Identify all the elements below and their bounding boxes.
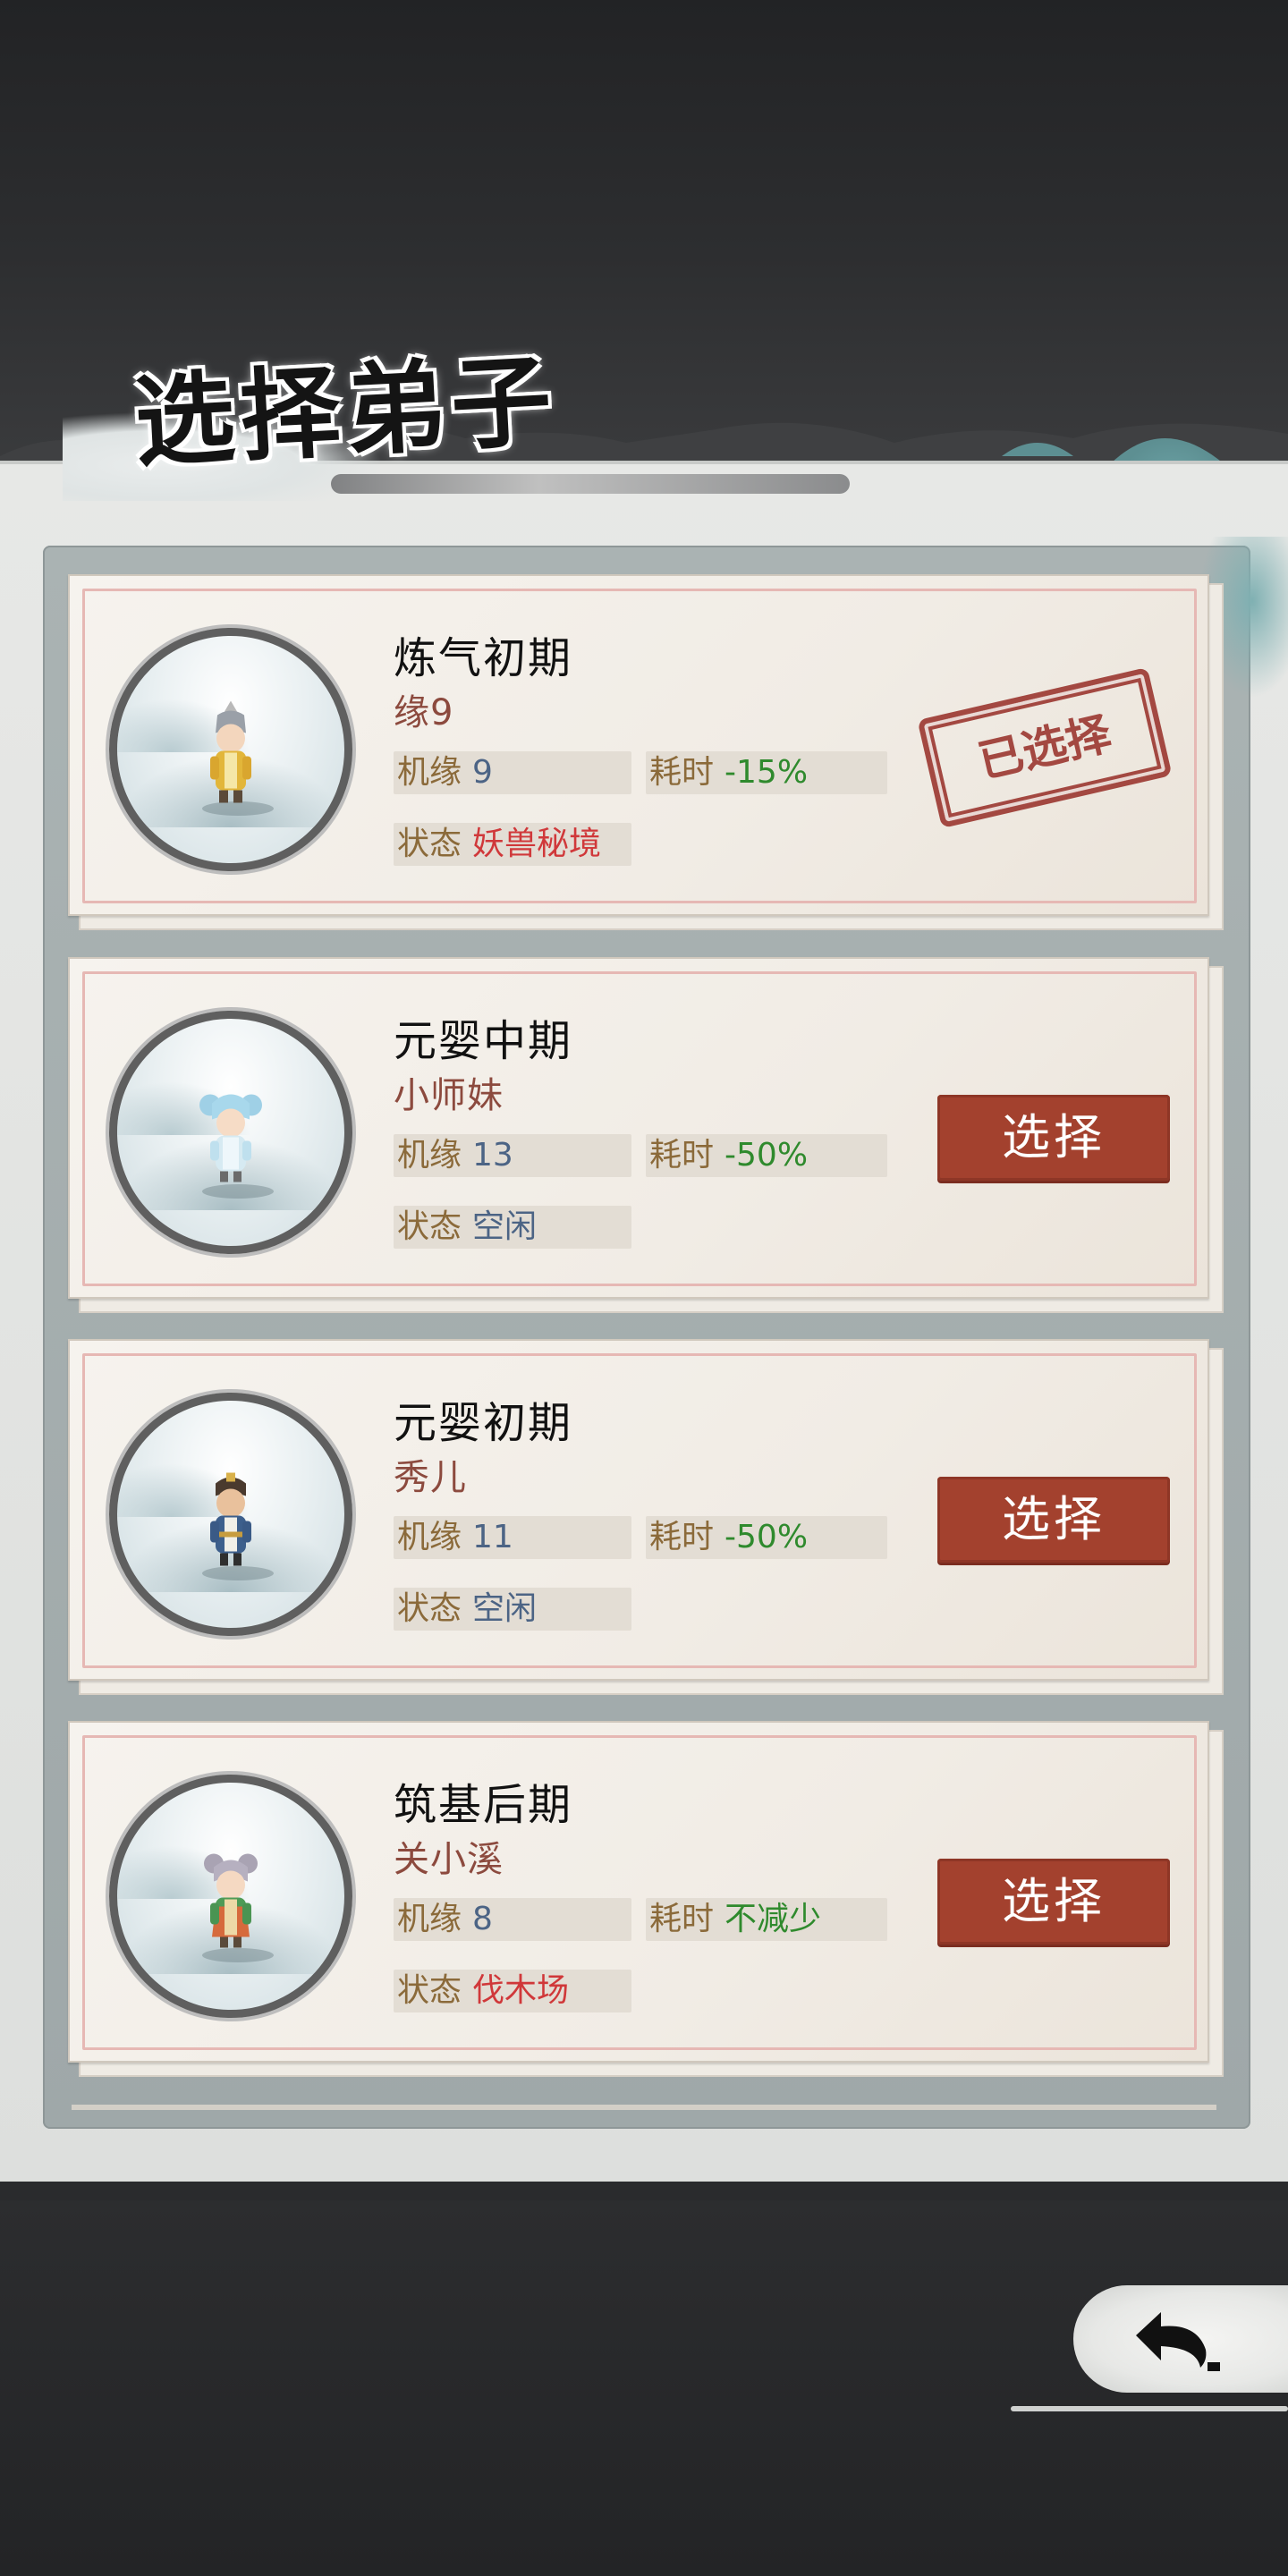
card-sheet: 元婴初期 秀儿 机缘 11 耗时 -50% 状态 空闲 选择 [68,1339,1209,1681]
disciple-card[interactable]: 元婴初期 秀儿 机缘 11 耗时 -50% 状态 空闲 选择 [68,1339,1224,1695]
luck-stat: 机缘 13 [394,1134,631,1177]
disciple-card[interactable]: 筑基后期 关小溪 机缘 8 耗时 不减少 状态 伐木场 选择 [68,1721,1224,2077]
page-title: 选择弟子 [131,342,560,482]
back-button[interactable] [1073,2285,1288,2393]
avatar [109,1011,352,1254]
time-stat: 耗时 -50% [646,1516,887,1559]
avatar [109,628,352,871]
realm-label: 炼气初期 [394,633,573,683]
disciple-name: 缘9 [394,692,454,733]
avatar [109,1393,352,1636]
select-button[interactable]: 选择 [937,1859,1170,1945]
select-button[interactable]: 选择 [937,1095,1170,1181]
time-stat: 耗时 不减少 [646,1898,887,1941]
green-robed-girl-icon [204,1853,258,1948]
disciple-name: 秀儿 [394,1457,467,1498]
status-stat: 状态 妖兽秘境 [394,823,631,866]
blue-haired-girl-icon [199,1094,262,1182]
blue-robed-boy-icon [210,1472,251,1566]
status-stat: 状态 伐木场 [394,1970,631,2012]
realm-label: 元婴初期 [394,1398,573,1448]
realm-label: 筑基后期 [394,1780,573,1830]
time-stat: 耗时 -15% [646,751,887,794]
card-sheet: 元婴中期 小师妹 机缘 13 耗时 -50% 状态 空闲 选择 [68,957,1209,1299]
disciple-name: 关小溪 [394,1839,504,1880]
time-stat: 耗时 -50% [646,1134,887,1177]
card-sheet: 炼气初期 缘9 机缘 9 耗时 -15% 状态 妖兽秘境 已选择 [68,574,1209,916]
luck-stat: 机缘 8 [394,1898,631,1941]
select-button[interactable]: 选择 [937,1477,1170,1563]
back-button-underline [1011,2406,1288,2411]
luck-stat: 机缘 11 [394,1516,631,1559]
avatar [109,1775,352,2018]
status-stat: 状态 空闲 [394,1588,631,1631]
list-bottom-edge [72,2105,1216,2110]
bottom-background [0,2200,1288,2576]
luck-stat: 机缘 9 [394,751,631,794]
title-banner: 选择弟子 [63,322,850,501]
back-arrow-icon [1136,2312,1220,2371]
disciple-card[interactable]: 炼气初期 缘9 机缘 9 耗时 -15% 状态 妖兽秘境 已选择 [68,574,1224,930]
realm-label: 元婴中期 [394,1016,573,1066]
disciple-name: 小师妹 [394,1075,504,1116]
gold-robed-cultivator-icon [210,700,251,803]
card-sheet: 筑基后期 关小溪 机缘 8 耗时 不减少 状态 伐木场 选择 [68,1721,1209,2063]
status-stat: 状态 空闲 [394,1206,631,1249]
disciple-card[interactable]: 元婴中期 小师妹 机缘 13 耗时 -50% 状态 空闲 选择 [68,957,1224,1313]
title-brush-stroke [331,474,850,494]
